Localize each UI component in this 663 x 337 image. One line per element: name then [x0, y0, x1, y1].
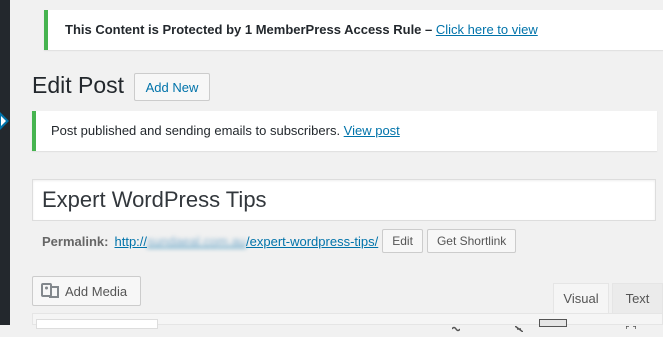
- post-published-notice: Post published and sending emails to sub…: [32, 111, 657, 151]
- view-post-link[interactable]: View post: [344, 123, 400, 138]
- published-notice-text: Post published and sending emails to sub…: [51, 123, 344, 138]
- permalink-url-domain: sundaeal.com.au: [147, 233, 247, 249]
- protected-notice-text: This Content is Protected by 1 MemberPre…: [65, 22, 436, 37]
- tab-text[interactable]: Text: [612, 283, 663, 313]
- permalink-url[interactable]: http://sundaeal.com.au/expert-wordpress-…: [114, 234, 378, 249]
- fullscreen-icon[interactable]: [625, 319, 637, 329]
- permalink-row: Permalink: http://sundaeal.com.au/expert…: [42, 228, 517, 254]
- edit-permalink-button[interactable]: Edit: [382, 229, 423, 253]
- add-new-button[interactable]: Add New: [134, 73, 210, 101]
- memberpress-protected-notice: This Content is Protected by 1 MemberPre…: [44, 10, 663, 50]
- sidebar-notch: [1, 116, 6, 126]
- toolbar-toggle-icon[interactable]: [539, 319, 567, 327]
- get-shortlink-button[interactable]: Get Shortlink: [426, 229, 517, 253]
- add-media-label: Add Media: [65, 283, 128, 299]
- protected-notice-link[interactable]: Click here to view: [436, 22, 538, 37]
- permalink-url-slug: /expert-wordpress-tips/: [246, 233, 379, 249]
- add-media-icon: [41, 282, 65, 301]
- admin-sidebar: [0, 0, 10, 325]
- post-title-input[interactable]: Expert WordPress Tips: [32, 179, 656, 221]
- permalink-url-prefix: http://: [114, 233, 148, 249]
- permalink-label: Permalink:: [42, 233, 109, 249]
- unlink-icon[interactable]: [514, 319, 524, 333]
- tab-visual[interactable]: Visual: [553, 283, 609, 313]
- link-icon[interactable]: [451, 319, 461, 332]
- add-media-button[interactable]: Add Media: [32, 276, 141, 306]
- page-title: Edit Post: [32, 72, 125, 98]
- paragraph-format-select[interactable]: [36, 319, 158, 329]
